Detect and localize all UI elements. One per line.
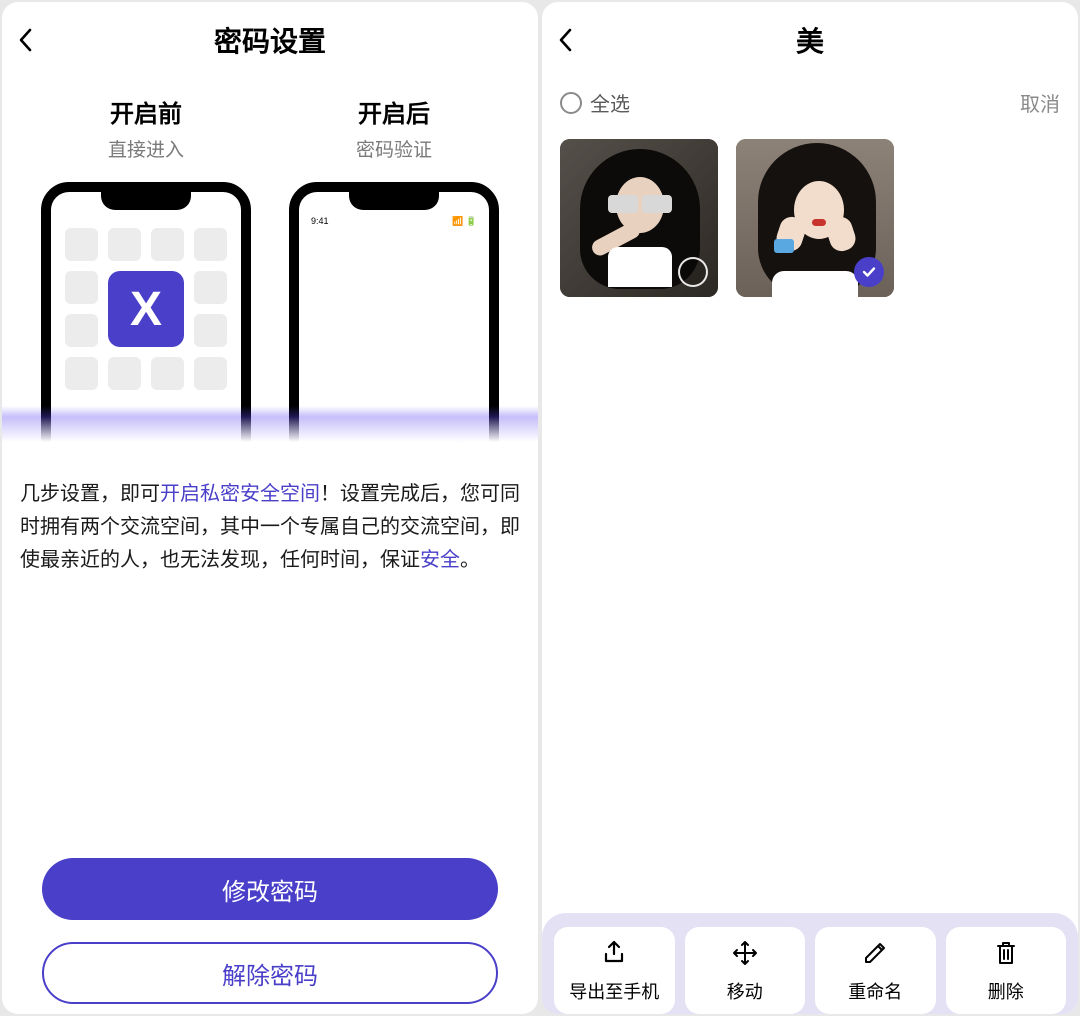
gradient-fade [2, 406, 538, 442]
header: 密码设置 [2, 2, 538, 78]
phones-illustration: X 9:41 📶 🔋 C ÷ × ⌫ 7 8 9 − [2, 162, 538, 442]
cancel-button[interactable]: 取消 [1020, 88, 1060, 117]
remove-password-button[interactable]: 解除密码 [42, 942, 498, 1004]
compare-after-label: 开启后 [270, 94, 518, 129]
pencil-icon [861, 939, 889, 972]
move-icon [731, 939, 759, 972]
action-bar-wrap: 导出至手机 移动 重命名 删除 [542, 913, 1078, 1014]
compare-before-label: 开启前 [22, 94, 270, 129]
thumbnails-row [542, 125, 1078, 311]
export-icon [600, 939, 628, 972]
radio-icon [560, 92, 582, 114]
modify-password-button[interactable]: 修改密码 [42, 858, 498, 920]
notch-icon [349, 192, 439, 210]
select-row: 全选 取消 [542, 78, 1078, 125]
compare-before: 开启前 直接进入 [22, 94, 270, 162]
back-icon[interactable] [18, 28, 32, 52]
app-icon: X [108, 271, 184, 347]
compare-after: 开启后 密码验证 [270, 94, 518, 162]
thumbnail-item[interactable] [560, 139, 718, 297]
phone-before: X [41, 182, 251, 442]
app-grid: X [51, 192, 241, 390]
page-title: 密码设置 [18, 20, 522, 60]
header: 美 [542, 2, 1078, 78]
notch-icon [101, 192, 191, 210]
trash-icon [992, 939, 1020, 972]
move-button[interactable]: 移动 [685, 927, 806, 1014]
rename-button[interactable]: 重命名 [815, 927, 936, 1014]
phone-after: 9:41 📶 🔋 C ÷ × ⌫ 7 8 9 − [289, 182, 499, 442]
action-label: 删除 [988, 978, 1024, 1004]
page-title: 美 [558, 20, 1062, 60]
selection-check-icon[interactable] [854, 257, 884, 287]
back-icon[interactable] [558, 28, 572, 52]
action-label: 重命名 [848, 978, 902, 1004]
button-stack: 修改密码 解除密码 [2, 858, 538, 1014]
action-bar: 导出至手机 移动 重命名 删除 [554, 927, 1066, 1014]
gallery-screen: 美 全选 取消 导出至手机 [542, 2, 1078, 1014]
export-button[interactable]: 导出至手机 [554, 927, 675, 1014]
select-all-toggle[interactable]: 全选 [560, 88, 630, 117]
delete-button[interactable]: 删除 [946, 927, 1067, 1014]
select-all-label: 全选 [590, 88, 630, 117]
compare-before-sub: 直接进入 [22, 135, 270, 162]
description-text: 几步设置，即可开启私密安全空间！设置完成后，您可同时拥有两个交流空间，其中一个专… [2, 442, 538, 577]
action-label: 移动 [727, 978, 763, 1004]
password-settings-screen: 密码设置 开启前 直接进入 开启后 密码验证 X [2, 2, 538, 1014]
compare-after-sub: 密码验证 [270, 135, 518, 162]
selection-circle-icon[interactable] [678, 257, 708, 287]
action-label: 导出至手机 [569, 978, 659, 1004]
compare-row: 开启前 直接进入 开启后 密码验证 [2, 78, 538, 162]
thumbnail-item[interactable] [736, 139, 894, 297]
